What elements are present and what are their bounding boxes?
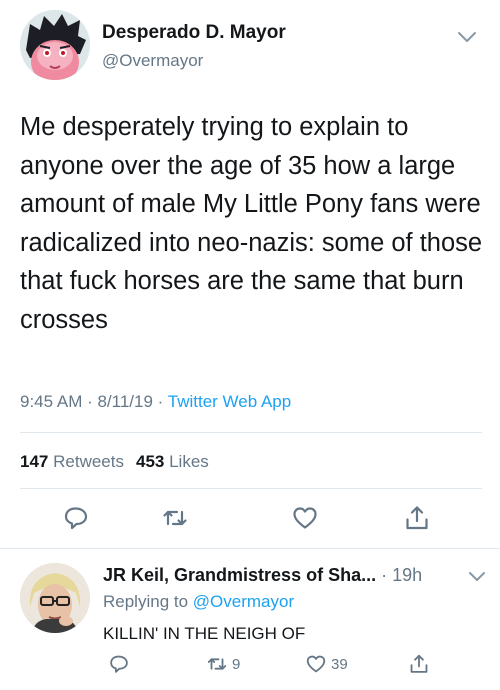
likes-count: 453 [135, 452, 165, 471]
heart-icon [306, 655, 326, 673]
section-divider [0, 548, 500, 549]
divider [20, 488, 482, 489]
tweet-text: Me desperately trying to explain to anyo… [20, 113, 483, 334]
share-icon [410, 654, 428, 673]
retweets-count: 147 [20, 452, 49, 471]
author-avatar[interactable] [20, 10, 90, 80]
author-handle[interactable]: @Overmayor [102, 51, 203, 71]
reply-like-count: 39 [331, 655, 348, 673]
reply-like-button[interactable]: 39 [305, 652, 348, 676]
share-icon[interactable] [403, 504, 431, 532]
tweet-stats: 147 Retweets 453 Likes [20, 452, 209, 472]
tweet-source-link[interactable]: Twitter Web App [168, 392, 291, 411]
reply-reply-button[interactable] [108, 652, 130, 676]
likes-label: Likes [169, 452, 209, 471]
reply-author-name[interactable]: JR Keil, Grandmistress of Sha... [103, 565, 376, 585]
retweet-icon [207, 658, 227, 670]
reply-author-avatar[interactable] [20, 563, 90, 633]
heart-icon[interactable] [291, 504, 319, 532]
tweet-timestamp[interactable]: 9:45 AM · 8/11/19 · [20, 392, 168, 411]
chevron-down-icon[interactable] [456, 30, 478, 44]
divider [20, 432, 482, 433]
reply-icon[interactable] [62, 504, 90, 532]
likes-stat[interactable]: 453 Likes [136, 452, 209, 471]
tweet-meta: 9:45 AM · 8/11/19 · Twitter Web App [20, 392, 291, 412]
reply-retweet-button[interactable]: 9 [206, 652, 240, 676]
retweets-stat[interactable]: 147 Retweets [20, 452, 124, 471]
retweet-icon[interactable] [161, 504, 189, 532]
reply-timestamp[interactable]: · 19h [376, 565, 422, 585]
reply-text: KILLIN' IN THE NEIGH OF [103, 624, 306, 643]
reply-share-button[interactable] [408, 652, 430, 676]
reply-retweet-count: 9 [232, 655, 241, 673]
retweets-label: Retweets [53, 452, 124, 471]
reply-header: JR Keil, Grandmistress of Sha... · 19h [103, 565, 422, 586]
replying-to-label: Replying to [103, 592, 193, 611]
tweet-detail-page: Desperado D. Mayor @Overmayor Me despera… [0, 0, 500, 690]
replying-to: Replying to @Overmayor [103, 592, 294, 612]
replying-to-handle[interactable]: @Overmayor [193, 592, 294, 611]
author-name[interactable]: Desperado D. Mayor [102, 22, 286, 44]
reply-icon [110, 655, 128, 673]
chevron-down-icon[interactable] [468, 570, 486, 582]
